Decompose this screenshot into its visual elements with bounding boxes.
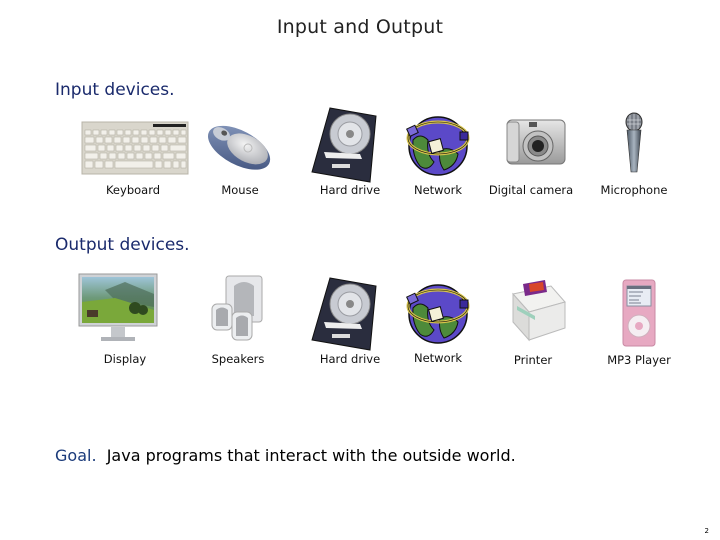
mouse-icon (180, 110, 300, 182)
item-label: Printer (513, 353, 553, 367)
item-label: Speakers (211, 352, 265, 366)
speakers-icon (178, 272, 298, 344)
keyboard-icon (73, 110, 193, 182)
input-devices-heading: Input devices. (55, 80, 175, 100)
digital-camera-icon (471, 110, 591, 182)
item-label: Keyboard (105, 183, 161, 197)
item-label: MP3 Player (607, 353, 671, 367)
display-icon (65, 272, 185, 344)
goal-lead: Goal. (55, 446, 97, 465)
slide-title: Input and Output (276, 16, 444, 38)
microphone-icon (574, 110, 694, 182)
goal-statement: Goal. Java programs that interact with t… (55, 446, 516, 465)
output-devices-heading: Output devices. (55, 235, 190, 255)
page-number: 2 (704, 527, 709, 535)
mp3-player-icon (579, 276, 699, 348)
item-label: Digital camera (488, 183, 574, 197)
item-label: Display (103, 352, 147, 366)
goal-text: Java programs that interact with the out… (106, 446, 516, 465)
item-label: Mouse (221, 183, 259, 197)
item-label: Microphone (600, 183, 668, 197)
printer-icon (473, 276, 593, 348)
